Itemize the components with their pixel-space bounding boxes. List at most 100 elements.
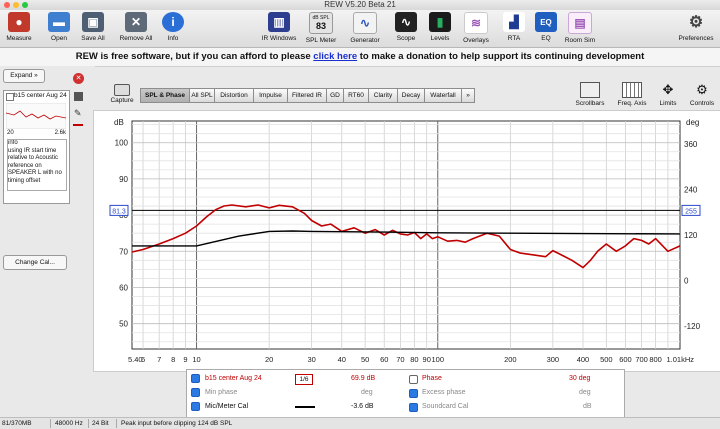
save-measurement-icon[interactable] (74, 92, 83, 101)
legend-row-measurement: b15 center Aug 24 1/6 69.9 dB Phase 30 d… (191, 372, 621, 386)
banner-suffix: to make a donation to help support its c… (359, 51, 645, 62)
change-cal-button[interactable]: Change Cal... (3, 255, 67, 270)
spl-meter-icon: dB SPL 83 (309, 12, 333, 34)
scope-button[interactable]: ∿ Scope (392, 12, 420, 42)
tab-impulse[interactable]: Impulse (253, 88, 288, 103)
phase-label: Phase (422, 375, 442, 382)
tab-distortion[interactable]: Distortion (214, 88, 254, 103)
tab-filtered-ir[interactable]: Filtered IR (287, 88, 327, 103)
tab-all-spl[interactable]: All SPL (189, 88, 215, 103)
x-tick-label: 90 (423, 355, 431, 364)
soundcard-cal-unit: dB (583, 403, 592, 410)
status-message: Peak input before clipping 124 dB SPL (121, 420, 233, 427)
range-start: 20 (7, 130, 14, 136)
info-button[interactable]: i Info (160, 12, 186, 42)
tab-decay[interactable]: Decay (397, 88, 425, 103)
room-sim-icon: ▤ (568, 12, 592, 34)
x-tick-label: 300 (547, 355, 560, 364)
x-tick-label: 40 (338, 355, 346, 364)
trace-color-icon[interactable] (73, 124, 83, 126)
trash-icon: ✕ (125, 12, 147, 32)
tab-spl-phase[interactable]: SPL & Phase (140, 88, 190, 103)
spl-value: 83 (315, 21, 326, 31)
y-right-tick-label: 360 (684, 140, 698, 149)
edit-pencil-icon[interactable]: ✎ (74, 108, 82, 119)
mic-cal-checkbox[interactable] (191, 401, 200, 411)
spl-phase-graph[interactable]: 5060708090100-1200120240360dBdeg5.406789… (93, 110, 720, 372)
y-right-tick-label: -120 (684, 322, 701, 331)
overlays-label: Overlays (463, 37, 489, 44)
spl-meter-button[interactable]: dB SPL 83 SPL Meter (302, 12, 340, 44)
x-tick-label: 10 (192, 355, 200, 364)
scrollbars-button[interactable]: Scrollbars (572, 82, 608, 107)
room-sim-button[interactable]: ▤ Room Sim (562, 12, 598, 44)
levels-icon: ▮ (429, 12, 451, 32)
tab-gd[interactable]: GD (326, 88, 344, 103)
excess-phase-label: Excess phase (422, 389, 466, 396)
limits-button[interactable]: ✥ Limits (655, 82, 681, 107)
eq-button[interactable]: EQ EQ (534, 12, 558, 42)
limits-icon: ✥ (662, 82, 674, 97)
levels-label: Levels (430, 35, 450, 42)
main-toolbar: ● Measure ▬ Open ▣ Save All ✕ Remove All… (0, 10, 720, 48)
y-cursor-left-value: 81.3 (112, 208, 126, 215)
rta-label: RTA (507, 35, 521, 42)
ir-windows-icon: ▥ (268, 12, 290, 32)
info-icon: i (162, 12, 184, 32)
soundcard-cal-label: Soundcard Cal (422, 403, 469, 410)
ir-windows-button[interactable]: ▥ IR Windows (260, 12, 298, 42)
note-line: reference on (8, 162, 42, 169)
y-tick-label: 90 (119, 175, 128, 184)
x-tick-label: 200 (504, 355, 517, 364)
measurement-visible-checkbox[interactable] (191, 373, 200, 383)
donation-link[interactable]: click here (313, 51, 357, 62)
folder-icon: ▬ (48, 12, 70, 32)
preferences-button[interactable]: ⚙ Preferences (674, 12, 718, 42)
expand-button[interactable]: Expand » (3, 69, 45, 83)
banner-prefix: REW is free software, but if you can aff… (75, 51, 311, 62)
tab-waterfall[interactable]: Waterfall (424, 88, 462, 103)
phase-checkbox[interactable] (409, 375, 418, 384)
capture-button[interactable]: Capture (110, 84, 134, 104)
generator-button[interactable]: ∿ Generator (346, 12, 384, 44)
measurement-card[interactable]: b15 center Aug 24 20 2.6k info using IR … (3, 90, 70, 204)
measurement-notes[interactable]: info using IR start time relative to Aco… (7, 139, 67, 191)
x-tick-label: 9 (183, 355, 187, 364)
mic-cal-line-swatch (295, 406, 315, 408)
legend-spl-value: 69.9 dB (351, 375, 376, 382)
min-phase-checkbox[interactable] (191, 387, 200, 397)
save-icon: ▣ (82, 12, 104, 32)
controls-label: Controls (689, 100, 715, 107)
x-tick-label: 1.01kHz (666, 355, 694, 364)
rta-button[interactable]: ▟ RTA (502, 12, 526, 42)
open-button[interactable]: ▬ Open (44, 12, 74, 42)
x-tick-label: 8 (171, 355, 175, 364)
levels-button[interactable]: ▮ Levels (426, 12, 454, 42)
remove-measurement-icon[interactable]: ✕ (73, 73, 84, 84)
x-tick-label: 400 (577, 355, 590, 364)
remove-all-button[interactable]: ✕ Remove All (116, 12, 156, 42)
measure-button[interactable]: ● Measure (4, 12, 34, 42)
y-right-tick-label: 120 (684, 231, 698, 240)
save-all-button[interactable]: ▣ Save All (78, 12, 108, 42)
excess-phase-checkbox[interactable] (409, 389, 418, 398)
tabs-overflow-button[interactable]: » (461, 88, 475, 103)
measurement-checkbox[interactable] (6, 93, 14, 101)
measurements-panel: Expand » ✕ ✎ b15 center Aug 24 20 2.6k i… (0, 66, 95, 416)
tab-rt60[interactable]: RT60 (343, 88, 369, 103)
smoothing-badge[interactable]: 1/6 (295, 374, 313, 385)
y-right-tick-label: 240 (684, 185, 698, 194)
y-axis-unit-label: dB (114, 118, 124, 127)
min-phase-unit: deg (361, 389, 373, 396)
x-tick-label: 60 (380, 355, 388, 364)
tab-clarity[interactable]: Clarity (368, 88, 398, 103)
controls-button[interactable]: ⚙ Controls (686, 82, 718, 107)
expand-label: Expand (10, 72, 33, 79)
freq-axis-button[interactable]: Freq. Axis (614, 82, 650, 107)
soundcard-cal-checkbox[interactable] (409, 403, 418, 412)
excess-phase-unit: deg (579, 389, 591, 396)
overlays-button[interactable]: ≋ Overlays (460, 12, 492, 44)
open-label: Open (51, 35, 67, 42)
controls-icon: ⚙ (696, 82, 708, 97)
overlays-icon: ≋ (464, 12, 488, 34)
